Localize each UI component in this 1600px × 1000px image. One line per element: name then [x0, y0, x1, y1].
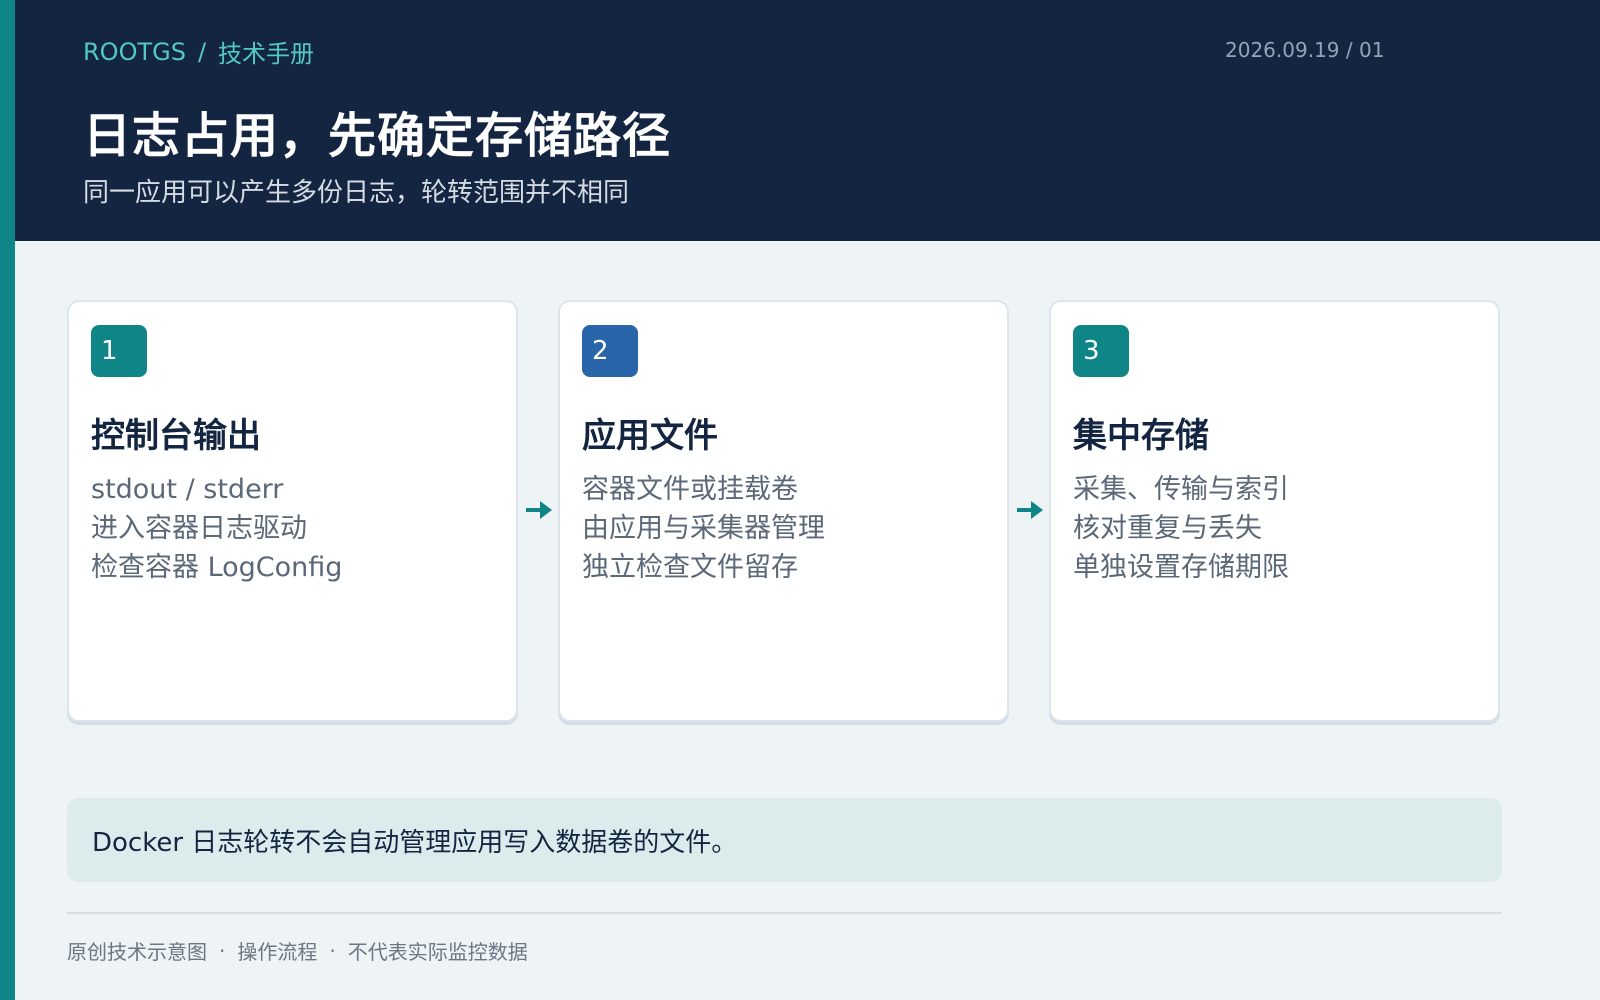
note-callout: Docker 日志轮转不会自动管理应用写入数据卷的文件。 — [67, 798, 1502, 882]
step-detail-line: 容器文件或挂载卷 — [582, 474, 798, 505]
step-number-badge: 2 — [582, 325, 638, 377]
step-detail-line: 检查容器 LogConfig — [91, 552, 343, 583]
note-text: Docker 日志轮转不会自动管理应用写入数据卷的文件。 — [92, 827, 738, 858]
footer-separator: · — [219, 938, 226, 963]
step-card-console-output: 1 控制台输出 stdout / stderr 进入容器日志驱动 检查容器 Lo… — [67, 300, 518, 722]
step-card-central-storage: 3 集中存储 采集、传输与索引 核对重复与丢失 单独设置存储期限 — [1049, 300, 1500, 722]
arrow-right-icon — [1017, 501, 1043, 519]
step-title: 应用文件 — [582, 416, 718, 456]
page-subtitle: 同一应用可以产生多份日志，轮转范围并不相同 — [83, 178, 630, 208]
footer-item: 操作流程 — [237, 940, 318, 964]
step-detail-line: 核对重复与丢失 — [1073, 513, 1262, 544]
step-title: 集中存储 — [1073, 416, 1209, 456]
footer: 原创技术示意图 · 操作流程 · 不代表实际监控数据 — [67, 936, 528, 965]
page-header: ROOTGS / 技术手册 2026.09.19 / 01 日志占用，先确定存储… — [15, 0, 1600, 241]
breadcrumb-separator: / — [197, 37, 207, 66]
page-code: 2026.09.19 / 01 — [1225, 38, 1385, 62]
breadcrumb-section[interactable]: 技术手册 — [218, 34, 314, 69]
step-details: 采集、传输与索引 核对重复与丢失 单独设置存储期限 — [1073, 470, 1289, 587]
accent-bar — [0, 0, 15, 1000]
footer-item: 不代表实际监控数据 — [347, 940, 528, 964]
footer-separator: · — [329, 938, 336, 963]
step-detail-line: 由应用与采集器管理 — [582, 513, 825, 544]
page-title: 日志占用，先确定存储路径 — [83, 108, 672, 164]
step-details: 容器文件或挂载卷 由应用与采集器管理 独立检查文件留存 — [582, 470, 825, 587]
breadcrumb: ROOTGS / 技术手册 — [83, 34, 314, 69]
divider — [67, 912, 1502, 914]
step-detail-line: stdout / stderr — [91, 474, 284, 505]
step-title: 控制台输出 — [91, 416, 261, 456]
footer-item: 原创技术示意图 — [67, 940, 207, 964]
step-card-app-files: 2 应用文件 容器文件或挂载卷 由应用与采集器管理 独立检查文件留存 — [558, 300, 1009, 722]
step-detail-line: 采集、传输与索引 — [1073, 474, 1289, 505]
step-number-badge: 1 — [91, 325, 147, 377]
step-detail-line: 单独设置存储期限 — [1073, 552, 1289, 583]
step-number-badge: 3 — [1073, 325, 1129, 377]
step-detail-line: 独立检查文件留存 — [582, 552, 798, 583]
arrow-right-icon — [526, 501, 552, 519]
breadcrumb-brand[interactable]: ROOTGS — [83, 38, 186, 66]
step-details: stdout / stderr 进入容器日志驱动 检查容器 LogConfig — [91, 470, 342, 587]
step-detail-line: 进入容器日志驱动 — [91, 513, 307, 544]
